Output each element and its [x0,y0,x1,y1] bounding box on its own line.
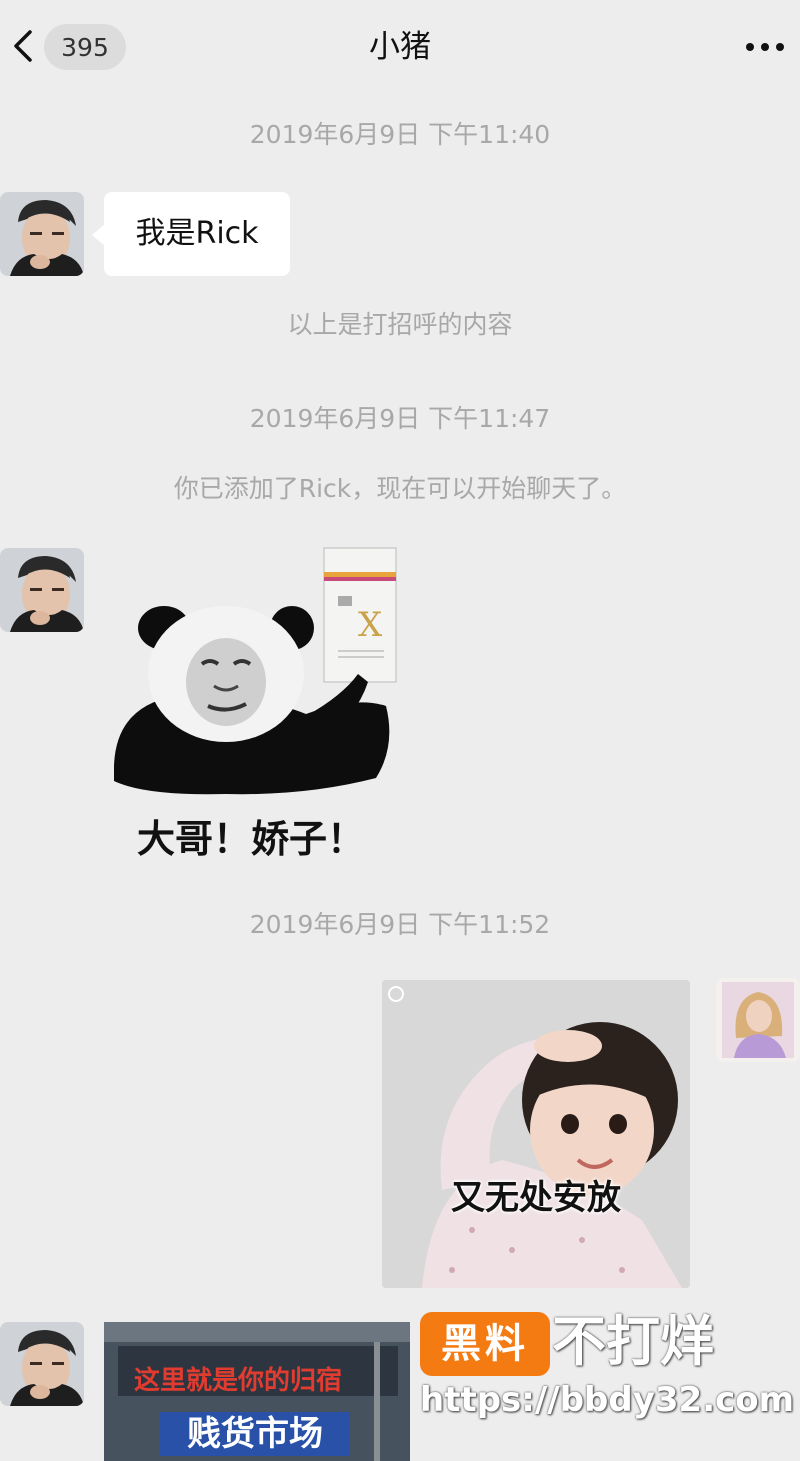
chat-header: 395 小猪 [0,0,800,96]
friend-added-notice: 你已添加了Rick，现在可以开始聊天了。 [173,474,627,503]
timestamp: 2019年6月9日 下午11:47 [249,404,551,433]
timestamp: 2019年6月9日 下午11:52 [249,910,551,939]
sticker-caption: 又无处安放 [451,1178,621,1218]
contact-avatar[interactable] [0,192,84,276]
timestamp: 2019年6月9日 下午11:40 [249,120,551,149]
chevron-left-icon[interactable] [6,26,40,66]
watermark-badge: 黑料 [420,1312,550,1376]
svg-text:X: X [358,605,383,645]
child-photo [382,980,690,1288]
page-title: 小猪 [369,29,431,65]
greeting-note: 以上是打招呼的内容 [287,310,513,339]
more-dots-icon[interactable] [744,38,786,56]
child-meme-sticker[interactable]: 又无处安放 [382,980,690,1288]
contact-avatar[interactable] [0,548,84,632]
market-photo[interactable]: 这里就是你的归宿 贱货市场 [104,1322,410,1461]
sticker-caption: 大哥！娇子！ [136,817,365,861]
message-bubble[interactable]: 我是Rick [104,192,290,276]
image-sign: 贱货市场 [160,1412,350,1456]
watermark-text: 不打烊 [552,1310,714,1373]
watermark-url: https://bbdy32.com [420,1380,795,1420]
image-text: 这里就是你的归宿 [134,1366,343,1396]
contact-avatar[interactable] [0,1322,84,1406]
my-avatar[interactable] [716,978,800,1062]
unread-count-badge[interactable]: 395 [44,24,126,70]
